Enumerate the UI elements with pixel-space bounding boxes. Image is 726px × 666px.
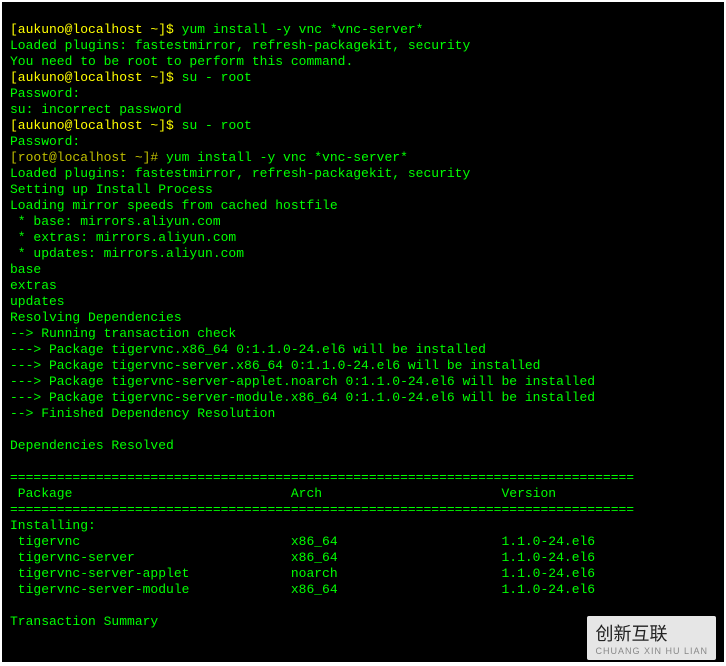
out-extras: extras: [10, 278, 57, 293]
out-pkg-2: ---> Package tigervnc-server.x86_64 0:1.…: [10, 358, 541, 373]
prompt-user-1: [aukuno@localhost ~]$: [10, 22, 182, 37]
out-setup: Setting up Install Process: [10, 182, 213, 197]
out-pkg-1: ---> Package tigervnc.x86_64 0:1.1.0-24.…: [10, 342, 486, 357]
cmd-4: yum install -y vnc *vnc-server*: [166, 150, 408, 165]
out-updates: updates: [10, 294, 65, 309]
out-pkg-4: ---> Package tigervnc-server-module.x86_…: [10, 390, 595, 405]
out-txn-check: --> Running transaction check: [10, 326, 236, 341]
out-need-root: You need to be root to perform this comm…: [10, 54, 353, 69]
prompt-root-1: [root@localhost ~]#: [10, 150, 166, 165]
table-row: tigervnc-server-module x86_64 1.1.0-24.e…: [10, 582, 595, 597]
cmd-2: su - root: [182, 70, 252, 85]
out-base: base: [10, 262, 41, 277]
out-loading: Loading mirror speeds from cached hostfi…: [10, 198, 338, 213]
out-finished: --> Finished Dependency Resolution: [10, 406, 275, 421]
separator-1: ========================================…: [10, 470, 634, 485]
out-password-1: Password:: [10, 86, 88, 101]
installing-label: Installing:: [10, 518, 96, 533]
out-plugins-2: Loaded plugins: fastestmirror, refresh-p…: [10, 166, 470, 181]
table-header: Package Arch Version: [10, 486, 556, 501]
watermark-logo: 创新互联 CHUANG XIN HU LIAN: [587, 616, 716, 660]
out-dep-resolved: Dependencies Resolved: [10, 438, 174, 453]
txn-summary: Transaction Summary: [10, 614, 158, 629]
separator-2: ========================================…: [10, 502, 634, 517]
out-password-2: Password:: [10, 134, 88, 149]
out-mirror-updates: * updates: mirrors.aliyun.com: [10, 246, 244, 261]
out-pkg-3: ---> Package tigervnc-server-applet.noar…: [10, 374, 595, 389]
prompt-user-2: [aukuno@localhost ~]$: [10, 70, 182, 85]
out-plugins-1: Loaded plugins: fastestmirror, refresh-p…: [10, 38, 470, 53]
out-mirror-base: * base: mirrors.aliyun.com: [10, 214, 221, 229]
watermark-text: 创新互联: [595, 620, 708, 646]
terminal-output[interactable]: [aukuno@localhost ~]$ yum install -y vnc…: [2, 2, 724, 662]
out-resolving: Resolving Dependencies: [10, 310, 182, 325]
prompt-user-3: [aukuno@localhost ~]$: [10, 118, 182, 133]
cmd-3: su - root: [182, 118, 252, 133]
out-incorrect: su: incorrect password: [10, 102, 182, 117]
out-mirror-extras: * extras: mirrors.aliyun.com: [10, 230, 236, 245]
table-row: tigervnc-server-applet noarch 1.1.0-24.e…: [10, 566, 595, 581]
cmd-1: yum install -y vnc *vnc-server*: [182, 22, 424, 37]
watermark-subtext: CHUANG XIN HU LIAN: [595, 646, 708, 656]
table-row: tigervnc-server x86_64 1.1.0-24.el6: [10, 550, 595, 565]
table-row: tigervnc x86_64 1.1.0-24.el6: [10, 534, 595, 549]
